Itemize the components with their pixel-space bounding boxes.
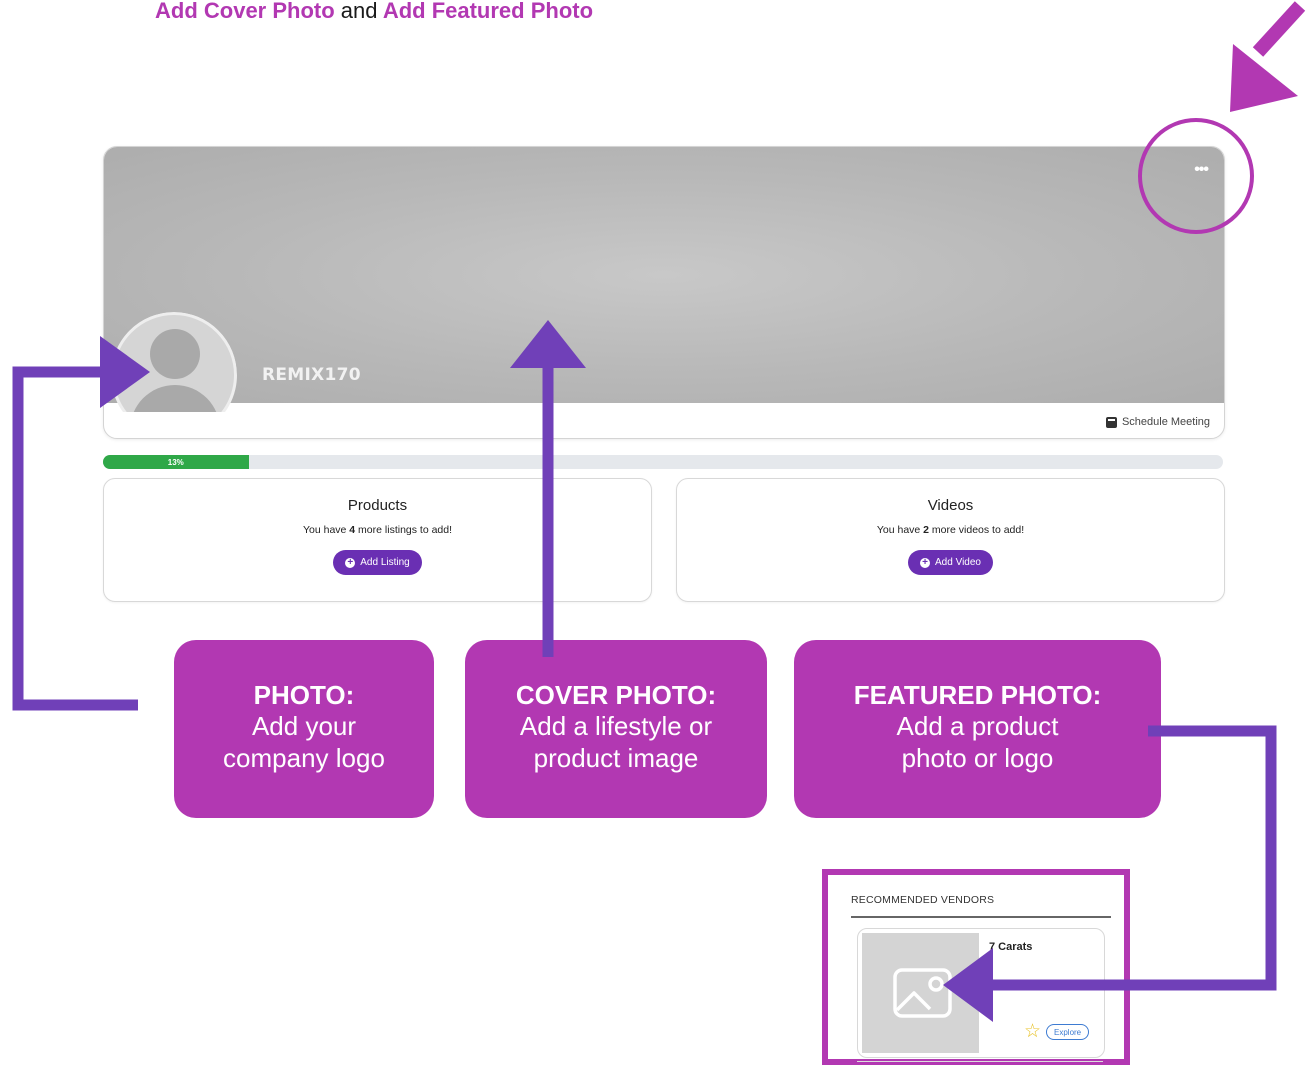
- instruction-part-featured: Add Featured Photo: [382, 0, 594, 23]
- image-placeholder-icon: [893, 968, 952, 1018]
- products-card: Products You have 4 more listings to add…: [103, 478, 652, 602]
- callout-featured-title: FEATURED PHOTO:: [853, 680, 1102, 710]
- instruction-part-cover: Add Cover Photo: [155, 0, 335, 23]
- callout-featured-line1: Add a product: [896, 711, 1059, 741]
- plus-circle-icon: +: [920, 557, 931, 568]
- callout-featured-photo: FEATURED PHOTO: Add a product photo or l…: [794, 640, 1161, 818]
- schedule-meeting-button[interactable]: Schedule Meeting: [1105, 416, 1210, 428]
- ellipsis-icon[interactable]: •••: [1194, 162, 1209, 178]
- progress-fill: 13%: [103, 455, 249, 469]
- vendors-heading: RECOMMENDED VENDORS: [851, 894, 995, 906]
- profile-card: ••• REMIX170 Schedule Meeting: [103, 146, 1225, 439]
- progress-label: 13%: [167, 457, 184, 467]
- vendors-divider: [851, 916, 1111, 918]
- plus-circle-icon: +: [345, 557, 356, 568]
- add-video-button[interactable]: + Add Video: [908, 550, 993, 575]
- callout-cover-title: COVER PHOTO:: [515, 680, 717, 710]
- callout-cover-line1: Add a lifestyle or: [519, 711, 713, 741]
- products-title: Products: [347, 497, 408, 514]
- products-message: You have 4 more listings to add!: [302, 524, 453, 536]
- vendor-name[interactable]: 7 Carats: [989, 941, 1032, 953]
- instruction-heading: Add Cover Photo and Add Featured Photo: [155, 0, 593, 24]
- star-icon[interactable]: ☆: [1024, 1022, 1041, 1041]
- callout-photo-line2: company logo: [223, 743, 385, 773]
- vendor-card-next: [857, 1061, 1103, 1066]
- add-listing-button[interactable]: + Add Listing: [333, 550, 422, 575]
- add-listing-label: Add Listing: [360, 557, 410, 568]
- vendor-card[interactable]: 7 Carats ☆ Explore: [857, 928, 1105, 1058]
- callout-cover-photo: COVER PHOTO: Add a lifestyle or product …: [465, 640, 767, 818]
- vendor-featured-photo[interactable]: [862, 933, 979, 1053]
- company-name: REMIX170: [262, 365, 361, 385]
- calendar-icon: [1105, 416, 1117, 428]
- callout-photo-line1: Add your: [251, 711, 357, 741]
- videos-title: Videos: [927, 497, 974, 514]
- recommended-vendors-panel: RECOMMENDED VENDORS 7 Carats ☆ Explore: [822, 869, 1130, 1065]
- videos-message: You have 2 more videos to add!: [876, 524, 1025, 536]
- callout-photo-title: PHOTO:: [253, 680, 355, 710]
- videos-card: Videos You have 2 more videos to add! + …: [676, 478, 1225, 602]
- diagonal-arrow-icon: [1230, 1, 1306, 112]
- add-video-label: Add Video: [935, 557, 981, 568]
- instruction-connector: and: [340, 0, 378, 23]
- callout-cover-line2: product image: [533, 743, 699, 773]
- schedule-meeting-label: Schedule Meeting: [1121, 416, 1210, 428]
- profile-progress-bar: 13%: [103, 455, 1223, 469]
- callout-featured-line2: photo or logo: [901, 743, 1054, 773]
- explore-button[interactable]: Explore: [1046, 1024, 1090, 1040]
- callout-photo: PHOTO: Add your company logo: [174, 640, 434, 818]
